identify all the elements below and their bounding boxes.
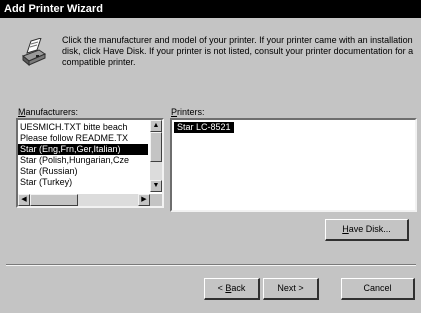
window-title: Add Printer Wizard (4, 3, 103, 15)
scroll-up-arrow-icon[interactable]: ▲ (150, 120, 162, 132)
manufacturer-item[interactable]: Star (Russian) (18, 166, 148, 177)
manufacturer-item-selected[interactable]: Star (Eng,Frn,Ger,Italian) (18, 144, 148, 155)
button-separator (6, 264, 416, 266)
scroll-down-arrow-icon[interactable]: ▼ (150, 180, 162, 192)
scroll-right-arrow-icon[interactable]: ▶ (138, 194, 150, 206)
next-button[interactable]: Next > (263, 278, 319, 300)
manufacturers-label: Manufacturers: (18, 107, 79, 117)
title-bar[interactable]: Add Printer Wizard (0, 0, 421, 18)
back-button[interactable]: < Back (204, 278, 260, 300)
have-disk-button[interactable]: Have Disk... (325, 219, 409, 241)
add-printer-wizard-dialog: Add Printer Wizard Click the manufacture… (0, 0, 421, 313)
instructions-text: Click the manufacturer and model of your… (62, 35, 414, 67)
manufacturers-vertical-scrollbar[interactable]: ▲ ▼ (150, 120, 162, 192)
printer-icon (22, 38, 47, 67)
manufacturers-list[interactable]: UESMICH.TXT bitte beach Please follow RE… (16, 118, 164, 208)
manufacturer-item[interactable]: Star (Turkey) (18, 177, 148, 188)
scrollbar-corner (150, 194, 162, 206)
manufacturer-item[interactable]: Please follow README.TX (18, 133, 148, 144)
printers-label: Printers: (171, 107, 205, 117)
manufacturers-horizontal-scrollbar[interactable]: ◀ ▶ (18, 194, 150, 206)
cancel-button[interactable]: Cancel (341, 278, 415, 300)
scroll-left-arrow-icon[interactable]: ◀ (18, 194, 30, 206)
vertical-scroll-thumb[interactable] (150, 132, 162, 162)
printers-list[interactable]: Star LC-8521 (170, 118, 417, 212)
manufacturers-items: UESMICH.TXT bitte beach Please follow RE… (18, 122, 148, 188)
horizontal-scroll-thumb[interactable] (30, 194, 78, 206)
printer-item-selected[interactable]: Star LC-8521 (174, 122, 234, 133)
manufacturer-item[interactable]: UESMICH.TXT bitte beach (18, 122, 148, 133)
manufacturer-item[interactable]: Star (Polish,Hungarian,Cze (18, 155, 148, 166)
